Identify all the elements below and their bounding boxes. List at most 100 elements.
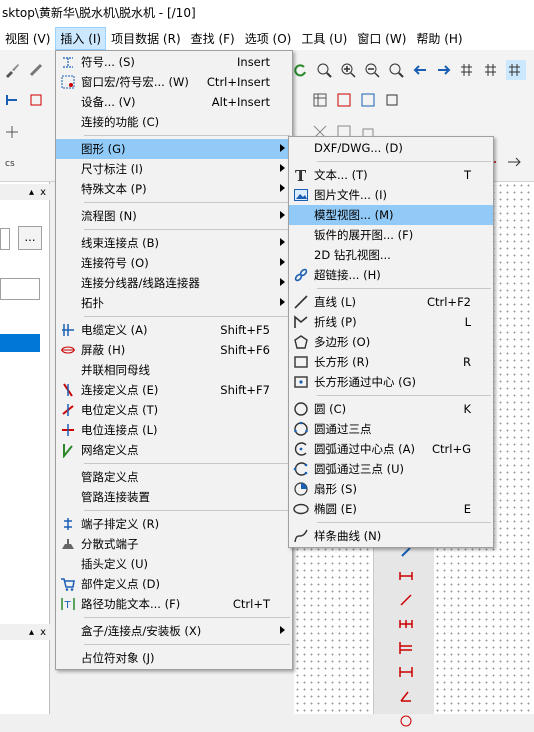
- circle-3pt-icon: [289, 419, 313, 439]
- panel-filter-field[interactable]: [0, 278, 40, 300]
- menu-item-connection-function[interactable]: 连接的功能 (C): [56, 112, 292, 132]
- menu-item-harness-connection[interactable]: 线束连接点 (B): [56, 233, 292, 253]
- sector-icon: [289, 479, 313, 499]
- cs-icon[interactable]: cs: [2, 152, 22, 172]
- menu-project-data[interactable]: 项目数据 (R): [106, 27, 186, 50]
- terminal-icon[interactable]: [382, 90, 402, 110]
- menu-item-text[interactable]: T 文本... (T) T: [289, 165, 493, 185]
- back-arrow-icon[interactable]: [410, 60, 430, 80]
- menu-item-sector[interactable]: 扇形 (S): [289, 479, 493, 499]
- menu-item-placeholder-object[interactable]: 占位符对象 (J): [56, 648, 292, 668]
- menu-separator: [84, 316, 290, 317]
- menu-insert[interactable]: 插入 (I): [55, 26, 107, 50]
- grid-b-icon[interactable]: [482, 60, 502, 80]
- menu-item-drill-view-2d[interactable]: 2D 钻孔视图...: [289, 245, 493, 265]
- grid-c-icon[interactable]: [506, 60, 526, 80]
- dimension-chain-icon[interactable]: [392, 612, 420, 636]
- menu-item-dxf-dwg[interactable]: DXF/DWG... (D): [289, 138, 493, 158]
- menu-item-flowchart[interactable]: 流程图 (N): [56, 206, 292, 226]
- dimension-h-icon[interactable]: [392, 564, 420, 588]
- menu-item-special-text[interactable]: 特殊文本 (P): [56, 179, 292, 199]
- pin-button-2[interactable]: ▴: [29, 627, 34, 638]
- report-icon[interactable]: [358, 90, 378, 110]
- menu-tools[interactable]: 工具 (U): [296, 27, 352, 50]
- dimension-aligned-icon[interactable]: [392, 588, 420, 612]
- menu-item-parallel-bus[interactable]: 并联相同母线: [56, 360, 292, 380]
- menu-item-circle[interactable]: 圆 (C) K: [289, 399, 493, 419]
- menu-item-shield[interactable]: 屏蔽 (H) Shift+F6: [56, 340, 292, 360]
- ellipsis-button[interactable]: ...: [18, 226, 42, 250]
- menu-item-window-macro[interactable]: 窗口宏/符号宏... (W) Ctrl+Insert: [56, 72, 292, 92]
- panel-header-2: ▴ x: [0, 624, 50, 640]
- menu-item-sheet-metal-unfold[interactable]: 钣件的展开图... (F): [289, 225, 493, 245]
- menu-item-circle-3pt[interactable]: 圆通过三点: [289, 419, 493, 439]
- menu-item-dimension[interactable]: 尺寸标注 (I): [56, 159, 292, 179]
- submenu-arrow-icon: [280, 278, 285, 286]
- menu-find[interactable]: 查找 (F): [186, 27, 240, 50]
- format-icon[interactable]: [26, 60, 46, 80]
- menu-item-spline[interactable]: 样条曲线 (N): [289, 526, 493, 546]
- panel-dropdown[interactable]: [0, 228, 10, 250]
- menu-help[interactable]: 帮助 (H): [411, 27, 467, 50]
- menu-item-symbol[interactable]: 符号... (S) Insert: [56, 52, 292, 72]
- zoom-100-icon[interactable]: [386, 60, 406, 80]
- menu-separator: [84, 135, 290, 136]
- menu-item-distributed-terminal[interactable]: 分散式端子: [56, 534, 292, 554]
- menu-item-rectangle-center[interactable]: 长方形通过中心 (G): [289, 372, 493, 392]
- menu-item-potential-definition-point[interactable]: 电位定义点 (T): [56, 400, 292, 420]
- menu-separator: [84, 510, 290, 511]
- close-button[interactable]: x: [40, 187, 46, 198]
- toolbar-row-3: [2, 118, 22, 146]
- menu-item-topology[interactable]: 拓扑: [56, 293, 292, 313]
- zoom-in-icon[interactable]: [338, 60, 358, 80]
- grid-toggle-icon[interactable]: [2, 122, 22, 142]
- insert-left-icon[interactable]: [2, 90, 22, 110]
- dimension-base-icon[interactable]: [392, 636, 420, 660]
- grid-a-icon[interactable]: [458, 60, 478, 80]
- dimension-increment-icon[interactable]: [392, 660, 420, 684]
- menu-item-device[interactable]: 设备... (V) Alt+Insert: [56, 92, 292, 112]
- menu-item-network-definition-point[interactable]: 网络定义点: [56, 440, 292, 460]
- selected-tree-item[interactable]: [0, 334, 40, 352]
- menu-item-box-connection-mounting[interactable]: 盒子/连接点/安装板 (X): [56, 621, 292, 641]
- menu-item-pipe-definition-point[interactable]: 管路定义点: [56, 467, 292, 487]
- menu-item-cable-definition[interactable]: 电缆定义 (A) Shift+F5: [56, 320, 292, 340]
- menu-item-graphics[interactable]: 图形 (G): [56, 139, 292, 159]
- part-list-icon[interactable]: [334, 90, 354, 110]
- menu-item-line[interactable]: 直线 (L) Ctrl+F2: [289, 292, 493, 312]
- rectangle-center-icon: [289, 372, 313, 392]
- menu-item-connection-definition-point[interactable]: 连接定义点 (E) Shift+F7: [56, 380, 292, 400]
- close-button-2[interactable]: x: [40, 627, 46, 638]
- menu-item-terminal-strip-definition[interactable]: 端子排定义 (R): [56, 514, 292, 534]
- arrow-link-icon[interactable]: [504, 152, 524, 172]
- menu-item-pipe-connection-device[interactable]: 管路连接装置: [56, 487, 292, 507]
- menu-item-rectangle[interactable]: 长方形 (R) R: [289, 352, 493, 372]
- forward-arrow-icon[interactable]: [434, 60, 454, 80]
- dimension-radius-icon[interactable]: [392, 708, 420, 732]
- menu-item-connection-symbol[interactable]: 连接符号 (O): [56, 253, 292, 273]
- zoom-out-icon[interactable]: [362, 60, 382, 80]
- pin-button[interactable]: ▴: [29, 187, 34, 198]
- menu-options[interactable]: 选项 (O): [240, 27, 297, 50]
- menu-item-hyperlink[interactable]: 超链接... (H): [289, 265, 493, 285]
- dimension-angle-icon[interactable]: [392, 684, 420, 708]
- zoom-window-icon[interactable]: [314, 60, 334, 80]
- menu-view[interactable]: 视图 (V): [0, 27, 55, 50]
- menu-item-part-definition-point[interactable]: 部件定义点 (D): [56, 574, 292, 594]
- menu-item-polygon[interactable]: 多边形 (O): [289, 332, 493, 352]
- menu-item-path-function-text[interactable]: T 路径功能文本... (F) Ctrl+T: [56, 594, 292, 614]
- menu-item-image-file[interactable]: 图片文件... (I): [289, 185, 493, 205]
- menu-item-arc-3pt[interactable]: 圆弧通过三点 (U): [289, 459, 493, 479]
- menu-item-connection-splitter[interactable]: 连接分线器/线路连接器: [56, 273, 292, 293]
- menu-item-polyline[interactable]: 折线 (P) L: [289, 312, 493, 332]
- menu-item-arc-center[interactable]: 圆弧通过中心点 (A) Ctrl+G: [289, 439, 493, 459]
- menu-item-ellipse[interactable]: 椭圆 (E) E: [289, 499, 493, 519]
- menu-item-potential-connection-point[interactable]: 电位连接点 (L): [56, 420, 292, 440]
- menu-window[interactable]: 窗口 (W): [352, 27, 411, 50]
- brush-icon[interactable]: [2, 60, 22, 80]
- menu-item-plug-definition[interactable]: 插头定义 (U): [56, 554, 292, 574]
- table-icon[interactable]: [310, 90, 330, 110]
- insert-right-icon[interactable]: [26, 90, 46, 110]
- menu-item-model-view[interactable]: 模型视图... (M): [289, 205, 493, 225]
- refresh-icon[interactable]: [290, 60, 310, 80]
